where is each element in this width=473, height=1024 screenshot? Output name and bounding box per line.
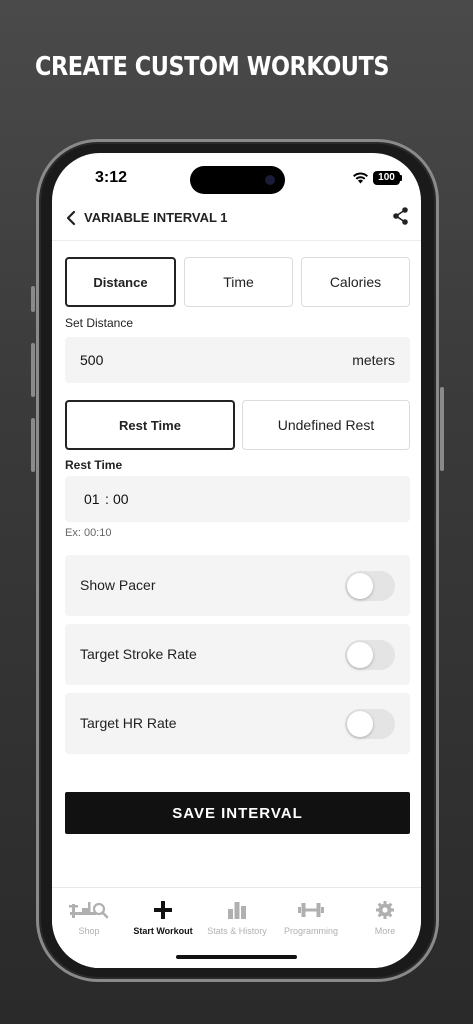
tab-label: Stats & History (207, 926, 267, 936)
rest-time-label: Rest Time (65, 458, 123, 472)
segment-time[interactable]: Time (184, 257, 293, 307)
tab-label: Start Workout (133, 926, 193, 936)
tab-shop[interactable]: Shop (52, 898, 126, 936)
toggle-label: Show Pacer (80, 577, 156, 593)
tab-label: Shop (78, 926, 100, 936)
toggle-label: Target HR Rate (80, 715, 177, 731)
rest-seconds[interactable]: 00 (113, 491, 129, 507)
nav-bar: VARIABLE INTERVAL 1 (52, 199, 421, 241)
page-title: VARIABLE INTERVAL 1 (84, 210, 228, 225)
segment-calories[interactable]: Calories (301, 257, 410, 307)
toggle-knob (347, 573, 373, 599)
tab-label: More (374, 926, 396, 936)
plus-icon (154, 901, 172, 919)
tab-more[interactable]: More (348, 898, 421, 936)
headline: CREATE CUSTOM WORKOUTS (35, 52, 390, 82)
set-distance-label: Set Distance (65, 316, 134, 330)
phone-power-button (440, 387, 444, 471)
rest-time-hint: Ex: 00:10 (65, 527, 112, 539)
toggle-knob (347, 711, 373, 737)
rest-time-input[interactable]: 01 : 00 (65, 476, 410, 522)
tab-stats-history[interactable]: Stats & History (200, 898, 274, 936)
distance-unit: meters (352, 352, 395, 368)
camera-dot (265, 175, 275, 185)
gear-icon (376, 901, 394, 919)
segment-rest-time[interactable]: Rest Time (65, 400, 235, 450)
phone-volume-down (31, 418, 35, 472)
home-indicator[interactable] (176, 955, 297, 959)
wifi-icon (353, 172, 368, 184)
battery-tip (400, 175, 402, 181)
toggle-row-show-pacer: Show Pacer (65, 555, 410, 616)
dumbbell-icon (298, 903, 324, 917)
distance-input[interactable]: 500 meters (65, 337, 410, 383)
phone-action-button (31, 286, 35, 312)
toggle-knob (347, 642, 373, 668)
tab-programming[interactable]: Programming (274, 898, 348, 936)
back-chevron-icon[interactable] (64, 209, 78, 227)
save-interval-button[interactable]: SAVE INTERVAL (65, 792, 410, 834)
segment-distance[interactable]: Distance (65, 257, 176, 307)
rest-separator: : (105, 491, 109, 507)
bar-chart-icon (228, 902, 246, 919)
battery-indicator: 100 (373, 171, 400, 185)
share-icon[interactable] (391, 205, 411, 227)
distance-value: 500 (80, 352, 104, 368)
app-screen: 3:12 100 VARIABLE INTERVAL 1 Distance Ti… (52, 153, 421, 968)
toggle-row-target-hr-rate: Target HR Rate (65, 693, 410, 754)
tab-start-workout[interactable]: Start Workout (126, 898, 200, 936)
status-time: 3:12 (95, 169, 128, 186)
rower-search-icon (69, 902, 109, 919)
dynamic-island (190, 166, 285, 194)
target-hr-rate-toggle[interactable] (345, 709, 395, 739)
toggle-label: Target Stroke Rate (80, 646, 197, 662)
segment-undefined-rest[interactable]: Undefined Rest (242, 400, 410, 450)
show-pacer-toggle[interactable] (345, 571, 395, 601)
target-stroke-rate-toggle[interactable] (345, 640, 395, 670)
rest-minutes[interactable]: 01 (84, 491, 100, 507)
toggle-row-target-stroke-rate: Target Stroke Rate (65, 624, 410, 685)
tab-label: Programming (283, 926, 339, 936)
phone-volume-up (31, 343, 35, 397)
